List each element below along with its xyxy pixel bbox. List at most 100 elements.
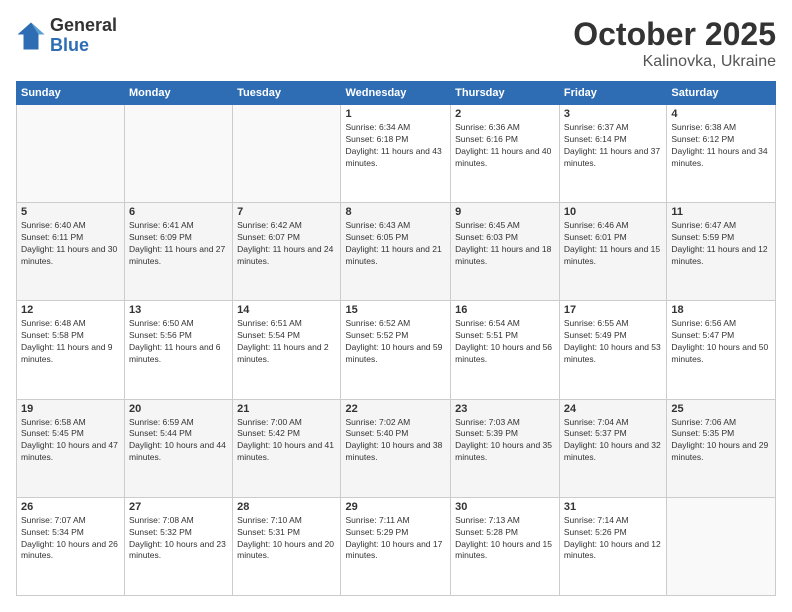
sunrise-text: Sunrise: 6:56 AM	[671, 318, 736, 328]
table-row: 29 Sunrise: 7:11 AM Sunset: 5:29 PM Dayl…	[341, 497, 451, 595]
sunset-text: Sunset: 5:34 PM	[21, 527, 84, 537]
table-row: 17 Sunrise: 6:55 AM Sunset: 5:49 PM Dayl…	[559, 301, 666, 399]
day-number: 10	[564, 206, 662, 218]
page: General Blue October 2025 Kalinovka, Ukr…	[0, 0, 792, 612]
daylight-text: Daylight: 10 hours and 44 minutes.	[129, 440, 226, 462]
logo-general-text: General	[50, 16, 117, 36]
sunrise-text: Sunrise: 6:48 AM	[21, 318, 86, 328]
sunrise-text: Sunrise: 6:36 AM	[455, 122, 520, 132]
day-number: 28	[237, 501, 336, 513]
day-info: Sunrise: 7:08 AM Sunset: 5:32 PM Dayligh…	[129, 515, 228, 563]
sunset-text: Sunset: 6:12 PM	[671, 134, 734, 144]
sunset-text: Sunset: 5:52 PM	[345, 330, 408, 340]
sunrise-text: Sunrise: 7:08 AM	[129, 515, 194, 525]
day-number: 9	[455, 206, 555, 218]
day-info: Sunrise: 7:11 AM Sunset: 5:29 PM Dayligh…	[345, 515, 446, 563]
sunset-text: Sunset: 6:09 PM	[129, 232, 192, 242]
day-info: Sunrise: 7:04 AM Sunset: 5:37 PM Dayligh…	[564, 417, 662, 465]
day-number: 23	[455, 403, 555, 415]
day-info: Sunrise: 6:54 AM Sunset: 5:51 PM Dayligh…	[455, 318, 555, 366]
day-number: 13	[129, 304, 228, 316]
day-info: Sunrise: 6:43 AM Sunset: 6:05 PM Dayligh…	[345, 220, 446, 268]
day-number: 25	[671, 403, 771, 415]
sunrise-text: Sunrise: 7:13 AM	[455, 515, 520, 525]
col-saturday: Saturday	[667, 82, 776, 105]
sunrise-text: Sunrise: 7:14 AM	[564, 515, 629, 525]
sunrise-text: Sunrise: 6:41 AM	[129, 220, 194, 230]
sunset-text: Sunset: 5:40 PM	[345, 428, 408, 438]
sunset-text: Sunset: 5:29 PM	[345, 527, 408, 537]
table-row: 14 Sunrise: 6:51 AM Sunset: 5:54 PM Dayl…	[233, 301, 341, 399]
day-info: Sunrise: 6:37 AM Sunset: 6:14 PM Dayligh…	[564, 122, 662, 170]
table-row: 15 Sunrise: 6:52 AM Sunset: 5:52 PM Dayl…	[341, 301, 451, 399]
daylight-text: Daylight: 10 hours and 41 minutes.	[237, 440, 334, 462]
col-thursday: Thursday	[451, 82, 560, 105]
daylight-text: Daylight: 11 hours and 43 minutes.	[345, 146, 441, 168]
day-info: Sunrise: 6:56 AM Sunset: 5:47 PM Dayligh…	[671, 318, 771, 366]
sunrise-text: Sunrise: 6:34 AM	[345, 122, 410, 132]
sunset-text: Sunset: 6:11 PM	[21, 232, 83, 242]
sunset-text: Sunset: 5:56 PM	[129, 330, 192, 340]
day-info: Sunrise: 6:48 AM Sunset: 5:58 PM Dayligh…	[21, 318, 120, 366]
table-row	[233, 105, 341, 203]
table-row: 8 Sunrise: 6:43 AM Sunset: 6:05 PM Dayli…	[341, 203, 451, 301]
day-info: Sunrise: 7:07 AM Sunset: 5:34 PM Dayligh…	[21, 515, 120, 563]
daylight-text: Daylight: 11 hours and 21 minutes.	[345, 244, 441, 266]
table-row: 26 Sunrise: 7:07 AM Sunset: 5:34 PM Dayl…	[17, 497, 125, 595]
sunrise-text: Sunrise: 7:11 AM	[345, 515, 409, 525]
table-row: 31 Sunrise: 7:14 AM Sunset: 5:26 PM Dayl…	[559, 497, 666, 595]
day-number: 6	[129, 206, 228, 218]
calendar-table: Sunday Monday Tuesday Wednesday Thursday…	[16, 81, 776, 596]
table-row: 9 Sunrise: 6:45 AM Sunset: 6:03 PM Dayli…	[451, 203, 560, 301]
sunset-text: Sunset: 6:01 PM	[564, 232, 627, 242]
daylight-text: Daylight: 10 hours and 32 minutes.	[564, 440, 661, 462]
daylight-text: Daylight: 11 hours and 18 minutes.	[455, 244, 551, 266]
daylight-text: Daylight: 10 hours and 38 minutes.	[345, 440, 442, 462]
sunset-text: Sunset: 6:18 PM	[345, 134, 408, 144]
daylight-text: Daylight: 11 hours and 6 minutes.	[129, 342, 221, 364]
col-sunday: Sunday	[17, 82, 125, 105]
daylight-text: Daylight: 11 hours and 27 minutes.	[129, 244, 225, 266]
day-info: Sunrise: 6:45 AM Sunset: 6:03 PM Dayligh…	[455, 220, 555, 268]
sunrise-text: Sunrise: 6:42 AM	[237, 220, 302, 230]
daylight-text: Daylight: 10 hours and 26 minutes.	[21, 539, 118, 561]
day-info: Sunrise: 6:58 AM Sunset: 5:45 PM Dayligh…	[21, 417, 120, 465]
day-number: 19	[21, 403, 120, 415]
sunrise-text: Sunrise: 7:03 AM	[455, 417, 520, 427]
sunrise-text: Sunrise: 7:07 AM	[21, 515, 86, 525]
daylight-text: Daylight: 10 hours and 23 minutes.	[129, 539, 226, 561]
sunset-text: Sunset: 5:47 PM	[671, 330, 734, 340]
calendar-week-row: 19 Sunrise: 6:58 AM Sunset: 5:45 PM Dayl…	[17, 399, 776, 497]
day-info: Sunrise: 7:02 AM Sunset: 5:40 PM Dayligh…	[345, 417, 446, 465]
day-info: Sunrise: 6:59 AM Sunset: 5:44 PM Dayligh…	[129, 417, 228, 465]
day-number: 29	[345, 501, 446, 513]
sunrise-text: Sunrise: 6:40 AM	[21, 220, 86, 230]
day-info: Sunrise: 6:34 AM Sunset: 6:18 PM Dayligh…	[345, 122, 446, 170]
sunset-text: Sunset: 6:16 PM	[455, 134, 518, 144]
sunset-text: Sunset: 5:37 PM	[564, 428, 627, 438]
table-row: 23 Sunrise: 7:03 AM Sunset: 5:39 PM Dayl…	[451, 399, 560, 497]
day-info: Sunrise: 6:40 AM Sunset: 6:11 PM Dayligh…	[21, 220, 120, 268]
sunrise-text: Sunrise: 6:52 AM	[345, 318, 410, 328]
calendar-week-row: 26 Sunrise: 7:07 AM Sunset: 5:34 PM Dayl…	[17, 497, 776, 595]
calendar-week-row: 5 Sunrise: 6:40 AM Sunset: 6:11 PM Dayli…	[17, 203, 776, 301]
daylight-text: Daylight: 11 hours and 40 minutes.	[455, 146, 551, 168]
sunrise-text: Sunrise: 6:54 AM	[455, 318, 520, 328]
table-row: 3 Sunrise: 6:37 AM Sunset: 6:14 PM Dayli…	[559, 105, 666, 203]
daylight-text: Daylight: 10 hours and 12 minutes.	[564, 539, 661, 561]
sunset-text: Sunset: 5:58 PM	[21, 330, 84, 340]
sunrise-text: Sunrise: 7:02 AM	[345, 417, 410, 427]
day-number: 12	[21, 304, 120, 316]
day-number: 15	[345, 304, 446, 316]
day-number: 20	[129, 403, 228, 415]
daylight-text: Daylight: 10 hours and 47 minutes.	[21, 440, 118, 462]
day-info: Sunrise: 6:51 AM Sunset: 5:54 PM Dayligh…	[237, 318, 336, 366]
logo: General Blue	[16, 16, 117, 56]
sunrise-text: Sunrise: 7:06 AM	[671, 417, 736, 427]
day-info: Sunrise: 6:46 AM Sunset: 6:01 PM Dayligh…	[564, 220, 662, 268]
sunrise-text: Sunrise: 6:46 AM	[564, 220, 629, 230]
sunset-text: Sunset: 6:07 PM	[237, 232, 300, 242]
table-row: 11 Sunrise: 6:47 AM Sunset: 5:59 PM Dayl…	[667, 203, 776, 301]
day-number: 26	[21, 501, 120, 513]
table-row: 18 Sunrise: 6:56 AM Sunset: 5:47 PM Dayl…	[667, 301, 776, 399]
